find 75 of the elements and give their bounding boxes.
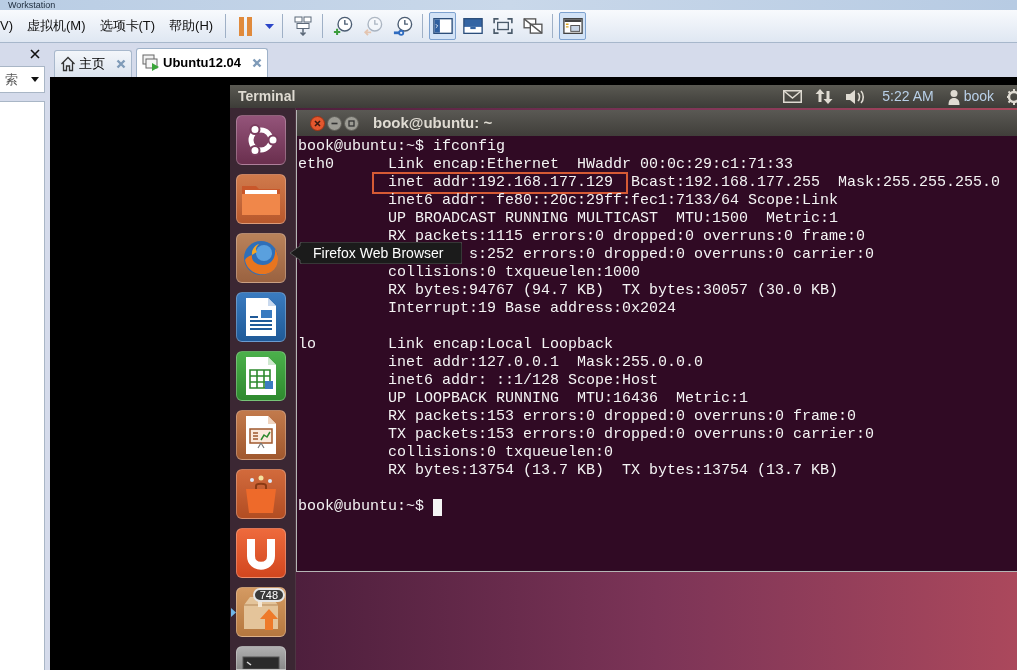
terminal-text: Interrupt:19 Base address:0x2024 xyxy=(388,300,677,318)
sidebar-window-icon xyxy=(432,18,453,34)
spreadsheet-icon xyxy=(244,356,278,396)
close-button[interactable] xyxy=(30,49,40,59)
close-icon[interactable] xyxy=(310,115,325,131)
close-icon[interactable] xyxy=(252,58,262,68)
vm-play-icon xyxy=(142,54,160,72)
menu-item[interactable]: 选项卡(T) xyxy=(99,18,156,34)
launcher-button[interactable] xyxy=(236,292,286,342)
pause-icon xyxy=(239,16,253,36)
thumbnail-bar-button[interactable] xyxy=(559,12,587,40)
interface-name: eth0 xyxy=(298,156,334,174)
terminal-text: Link encap:Local Loopback xyxy=(388,336,614,354)
clock-arrow-icon xyxy=(362,16,383,36)
launcher-button[interactable] xyxy=(236,528,286,578)
gear-icon[interactable] xyxy=(1006,88,1017,105)
caret-icon xyxy=(264,23,274,29)
clock-plus-icon xyxy=(332,16,353,36)
terminal-text: inet6 addr: fe80::20c:29ff:fec1:7133/64 Scope:Link xyxy=(388,192,839,210)
close-icon xyxy=(30,49,40,59)
monitor-bar-icon xyxy=(462,18,483,34)
terminal-text: UP LOOPBACK RUNNING MTU:16436 Metric:1 xyxy=(388,390,749,408)
thumbnail-window-icon xyxy=(562,18,583,34)
window-title: Workstation xyxy=(8,0,56,10)
menu-item[interactable]: V) xyxy=(0,18,13,34)
tab[interactable]: 主页 xyxy=(54,50,132,77)
launcher-button[interactable] xyxy=(236,410,286,460)
launcher-button[interactable] xyxy=(236,646,286,670)
clock[interactable]: 5:22 AM xyxy=(882,86,934,107)
terminal-text: TX packets:153 errors:0 dropped:0 overruns:0 carrier:0 xyxy=(388,426,875,444)
caret-icon xyxy=(31,77,39,82)
launcher-button[interactable]: 748 xyxy=(236,587,286,637)
terminal-text: inet addr:127.0.0.1 Mask:255.0.0.0 xyxy=(388,354,704,372)
terminal-text: s:252 errors:0 dropped:0 overruns:0 carrier:0 xyxy=(469,246,875,264)
launcher-button[interactable] xyxy=(236,115,286,165)
search-dropdown[interactable]: 索 xyxy=(0,66,45,93)
launcher-button[interactable] xyxy=(236,351,286,401)
maximize-icon[interactable] xyxy=(344,115,359,131)
keys-arrow-icon xyxy=(293,16,312,36)
corner-brackets-icon xyxy=(492,18,513,34)
terminal-text: RX packets:153 errors:0 dropped:0 overruns:0 frame:0 xyxy=(388,408,857,426)
terminal-text: UP BROADCAST RUNNING MULTICAST MTU:1500 Metric:1 xyxy=(388,210,839,228)
home-icon xyxy=(60,56,76,72)
app-title: Terminal xyxy=(237,87,296,106)
terminal-title: book@ubuntu: ~ xyxy=(373,112,493,133)
terminal-line: book@ubuntu:~$ ifconfig xyxy=(298,138,506,156)
u-shape-icon xyxy=(245,536,277,570)
envelope-icon[interactable] xyxy=(783,90,803,103)
menu-item[interactable]: 帮助(H) xyxy=(169,18,214,34)
interface-name: lo xyxy=(298,336,316,354)
globe-icon xyxy=(241,238,281,278)
minimize-icon[interactable] xyxy=(327,115,342,131)
clock-wrench-icon xyxy=(392,16,413,36)
highlighted-text: inet addr:192.168.177.129 xyxy=(372,172,629,194)
launcher-button[interactable] xyxy=(236,174,286,224)
person-icon xyxy=(947,88,960,105)
terminal-screen-icon xyxy=(242,653,280,669)
crossed-windows-icon xyxy=(522,18,543,34)
tab[interactable]: Ubuntu12.04 xyxy=(136,48,268,77)
terminal-line: book@ubuntu:~$ xyxy=(298,498,425,516)
terminal-text: collisions:0 txqueuelen:1000 xyxy=(388,264,641,282)
terminal-text: Link encap:Ethernet HWaddr 00:0c:29:c1:71:33 xyxy=(388,156,794,174)
menu-item[interactable]: 虚拟机(M) xyxy=(27,18,86,34)
console-view-button[interactable] xyxy=(429,12,457,40)
terminal-text: RX bytes:13754 (13.7 KB) TX bytes:13754 (13.7 KB) xyxy=(388,462,839,480)
document-lines-icon xyxy=(244,297,278,337)
up-down-arrows-icon[interactable] xyxy=(815,88,834,105)
terminal-text: RX bytes:94767 (94.7 KB) TX bytes:30057 (30.0 KB) xyxy=(388,282,839,300)
terminal-text: collisions:0 txqueuelen:0 xyxy=(388,444,614,462)
count-badge: 748 xyxy=(252,588,285,602)
user-menu[interactable]: book xyxy=(947,86,994,107)
tooltip: Firefox Web Browser xyxy=(290,242,462,264)
terminal-text: Bcast:192.168.177.255 Mask:255.255.255.0 xyxy=(631,174,1001,192)
terminal-text: inet6 addr: ::1/128 Scope:Host xyxy=(388,372,659,390)
presentation-icon xyxy=(244,415,278,455)
